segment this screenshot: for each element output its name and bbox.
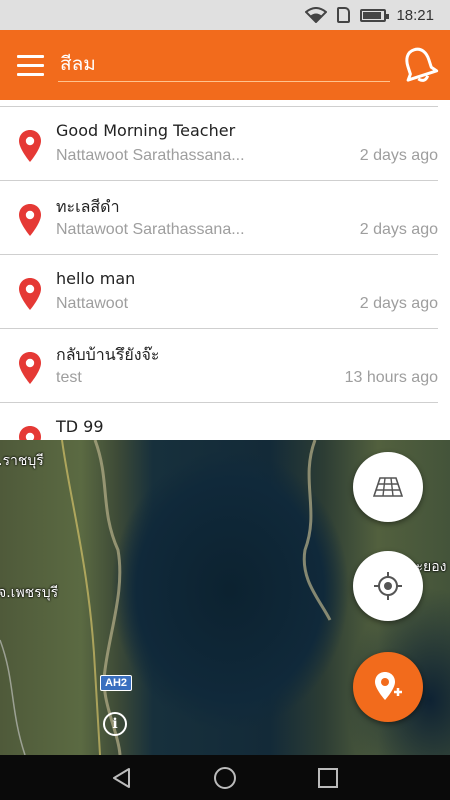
list-item-subtitle: Nattawoot Sarathassana... [56, 147, 245, 164]
location-pin-icon [18, 129, 42, 163]
list-item[interactable]: hello man Nattawoot 2 days ago [0, 255, 438, 329]
route-badge: AH2 [100, 675, 133, 691]
list-item-time: 2 days ago [359, 295, 438, 312]
app-bar [0, 30, 450, 100]
location-pin-icon [18, 277, 42, 311]
list-item-time: 2 days ago [359, 147, 438, 164]
list-item-subtitle: Nattawoot Sarathassana... [56, 221, 245, 238]
list-item[interactable]: Good Morning Teacher Nattawoot Sarathassa… [0, 107, 438, 181]
list-item[interactable]: TD 99 [0, 403, 438, 440]
list-item-subtitle: Nattawoot [56, 295, 129, 312]
crosshair-icon [374, 572, 402, 600]
list-item[interactable]: กลับบ้านรึยังจ๊ะ test 13 hours ago [0, 329, 438, 403]
satellite-map[interactable]: .ราชบุรี จ.เพชรบุรี ระยอง AH2 i [0, 440, 450, 755]
location-list: Good Morning Teacher Nattawoot Sarathassa… [0, 100, 450, 440]
map-type-button[interactable] [353, 452, 423, 522]
list-item-time: 2 days ago [359, 221, 438, 238]
wifi-icon [305, 7, 328, 23]
status-time: 18:21 [396, 6, 434, 24]
navigation-bar [0, 755, 450, 800]
list-item[interactable]: ทะเลสีดำ Nattawoot Sarathassana... 2 days … [0, 181, 438, 255]
map-label-phetchaburi: จ.เพชรบุรี [0, 585, 59, 601]
status-bar: 18:21 [0, 0, 450, 30]
map-label-ratchaburi: .ราชบุรี [0, 453, 44, 469]
recents-icon[interactable] [313, 763, 343, 793]
list-item-title: ทะเลสีดำ [56, 197, 120, 216]
add-location-button[interactable] [353, 652, 423, 722]
back-icon[interactable] [107, 763, 137, 793]
my-location-button[interactable] [353, 551, 423, 621]
list-top-divider [0, 100, 438, 107]
map-layers-icon [373, 477, 403, 497]
list-item-title: hello man [56, 269, 136, 288]
hamburger-menu-icon[interactable] [0, 30, 60, 100]
map-info-icon[interactable]: i [103, 712, 127, 736]
search-input[interactable] [58, 48, 390, 80]
list-item-title: Good Morning Teacher [56, 121, 236, 140]
bell-icon[interactable] [398, 44, 440, 86]
home-icon[interactable] [210, 763, 240, 793]
location-pin-icon [18, 203, 42, 237]
location-pin-icon [18, 351, 42, 385]
location-pin-icon [18, 425, 42, 440]
battery-icon [360, 8, 390, 22]
list-item-title: TD 99 [56, 417, 104, 436]
list-item-subtitle: test [56, 369, 82, 386]
list-item-title: กลับบ้านรึยังจ๊ะ [56, 345, 160, 364]
list-item-time: 13 hours ago [344, 369, 438, 386]
sim-icon [337, 7, 351, 23]
add-pin-icon [375, 672, 402, 700]
search-field [58, 48, 390, 82]
